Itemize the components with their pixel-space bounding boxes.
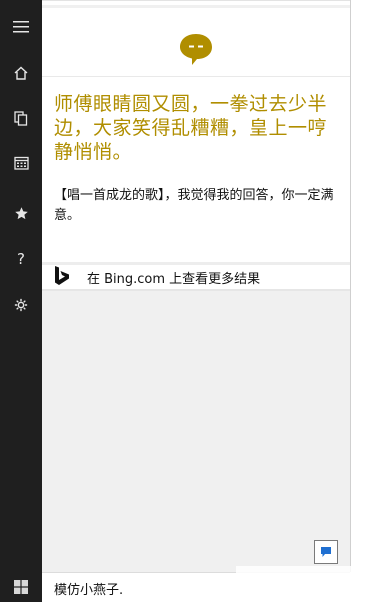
bing-results-link[interactable]: 在 Bing.com 上查看更多结果 — [42, 262, 350, 291]
notebook-icon[interactable] — [0, 103, 42, 133]
settings-icon[interactable] — [0, 290, 42, 320]
cortana-answer-text: 师傅眼睛圆又圆，一拳过去少半边，大家笑得乱糟糟，皇上一哼静悄悄。 — [54, 93, 328, 163]
top-divider — [42, 0, 350, 5]
windows-logo-icon — [14, 580, 28, 594]
calendar-icon[interactable] — [0, 148, 42, 178]
windows-start-button[interactable] — [0, 572, 42, 602]
speech-bubble-icon — [178, 32, 214, 70]
bing-results-label: 在 Bing.com 上查看更多结果 — [87, 272, 261, 287]
star-icon[interactable] — [0, 198, 42, 228]
help-icon[interactable]: ? — [0, 244, 42, 274]
overlay-fade — [236, 566, 367, 602]
card-divider — [42, 76, 350, 77]
query-text: 模仿小燕子. — [54, 583, 124, 598]
chat-icon — [321, 547, 331, 557]
menu-icon[interactable] — [0, 12, 42, 42]
answer-card: 师傅眼睛圆又圆，一拳过去少半边，大家笑得乱糟糟，皇上一哼静悄悄。 【唱一首成龙的… — [42, 8, 350, 262]
home-icon[interactable] — [0, 58, 42, 88]
sidebar: ? — [0, 0, 42, 602]
help-glyph: ? — [17, 249, 25, 268]
bing-logo-icon — [54, 266, 70, 290]
cortana-reply-text: 【唱一首成龙的歌】，我觉得我的回答，你一定满意。 — [54, 188, 334, 223]
feedback-button[interactable] — [314, 540, 338, 564]
cortana-panel: 师傅眼睛圆又圆，一拳过去少半边，大家笑得乱糟糟，皇上一哼静悄悄。 【唱一首成龙的… — [42, 0, 351, 572]
